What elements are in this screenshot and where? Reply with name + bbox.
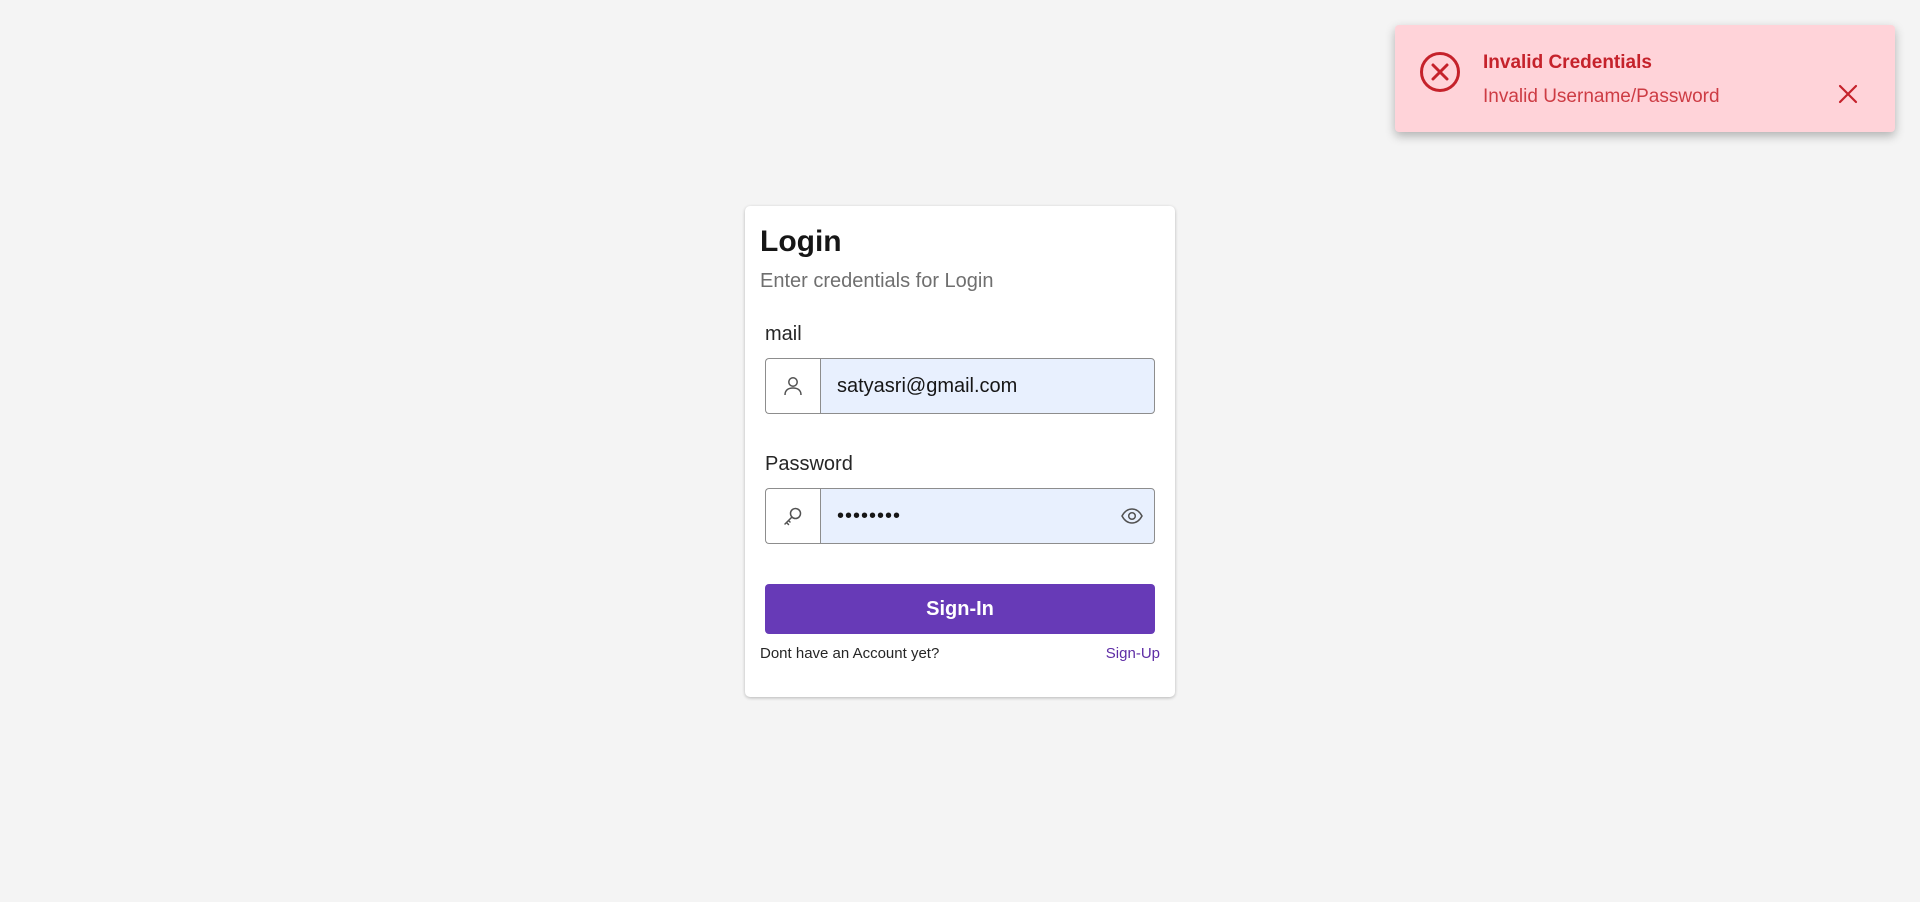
email-input-group [765, 358, 1155, 414]
toast-title: Invalid Credentials [1483, 52, 1652, 73]
sign-up-link[interactable]: Sign-Up [1106, 645, 1160, 662]
email-field[interactable] [837, 374, 1138, 398]
password-field-box [820, 488, 1155, 544]
error-circle-x-icon [1420, 52, 1460, 92]
footer-row: Dont have an Account yet? Sign-Up [760, 645, 1160, 662]
user-icon [784, 377, 802, 396]
close-icon[interactable] [1835, 81, 1861, 107]
key-icon [784, 507, 802, 526]
password-field[interactable] [837, 504, 1120, 528]
page-title: Login [760, 225, 842, 258]
login-card: Login Enter credentials for Login mail P… [745, 206, 1175, 697]
password-label: Password [765, 453, 853, 475]
password-addon [765, 488, 820, 544]
toast-message: Invalid Username/Password [1483, 86, 1720, 107]
page-subtitle: Enter credentials for Login [760, 270, 994, 292]
error-toast: Invalid Credentials Invalid Username/Pas… [1395, 25, 1895, 132]
eye-icon[interactable] [1120, 504, 1144, 528]
password-input-group [765, 488, 1155, 544]
no-account-text: Dont have an Account yet? [760, 645, 940, 662]
email-field-box [820, 358, 1155, 414]
sign-in-button[interactable]: Sign-In [765, 584, 1155, 634]
email-addon [765, 358, 820, 414]
toast-text: Invalid Credentials Invalid Username/Pas… [1483, 49, 1835, 108]
email-label: mail [765, 323, 802, 345]
